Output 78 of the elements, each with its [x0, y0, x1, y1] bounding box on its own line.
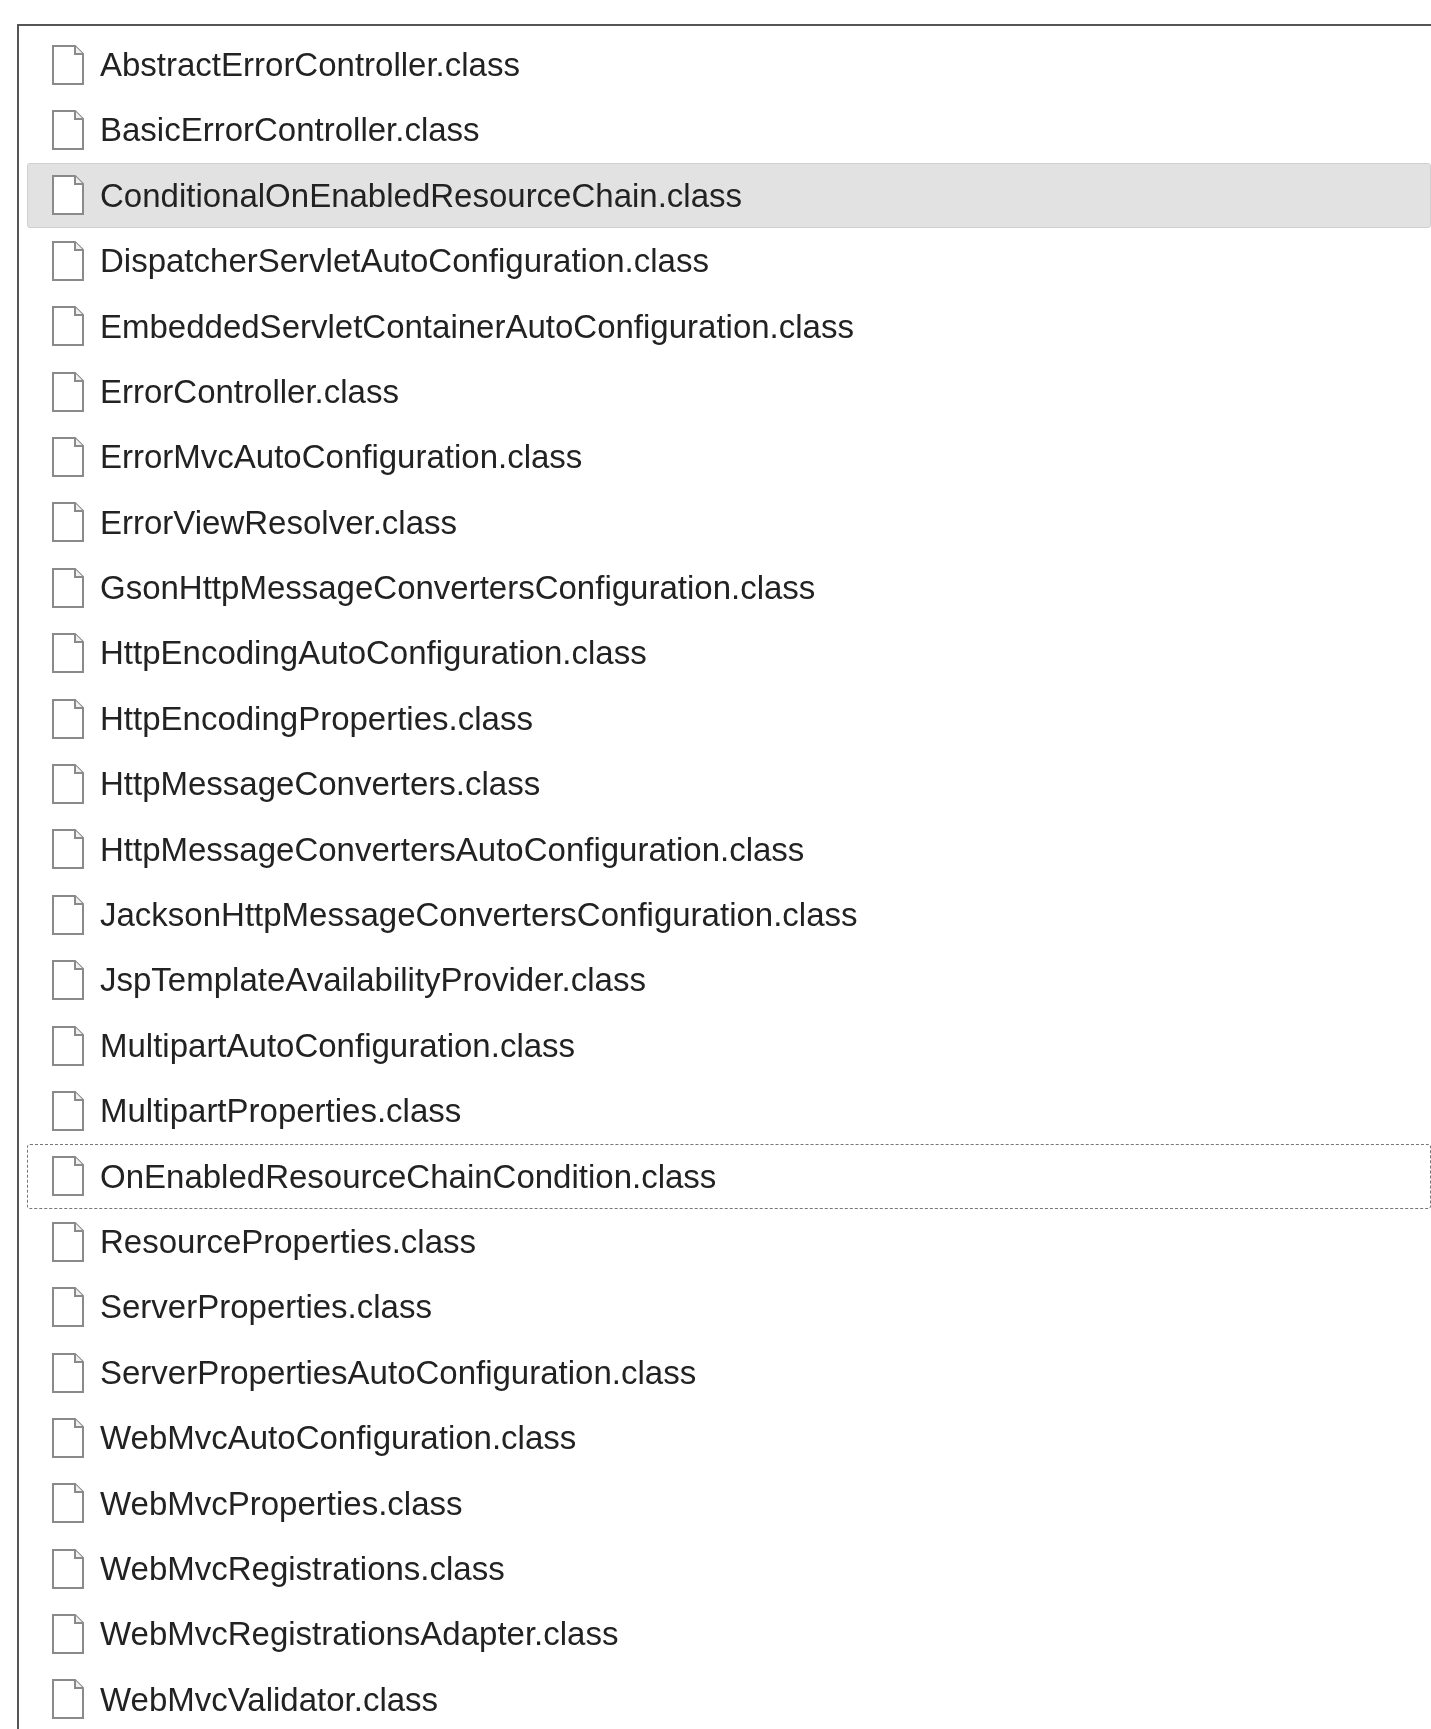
- file-icon: [50, 566, 86, 609]
- file-item[interactable]: WebMvcValidator.class: [27, 1666, 1431, 1729]
- file-item[interactable]: DispatcherServletAutoConfiguration.class: [27, 228, 1431, 294]
- file-icon: [50, 828, 86, 871]
- file-item[interactable]: ConditionalOnEnabledResourceChain.class: [27, 162, 1431, 229]
- file-item[interactable]: GsonHttpMessageConvertersConfiguration.class: [27, 555, 1431, 621]
- file-item[interactable]: WebMvcAutoConfiguration.class: [27, 1405, 1431, 1471]
- file-icon: [50, 109, 86, 152]
- file-name: WebMvcAutoConfiguration.class: [100, 1418, 577, 1459]
- file-icon: [50, 632, 86, 675]
- file-name: ErrorMvcAutoConfiguration.class: [100, 437, 583, 478]
- file-icon: [50, 1155, 86, 1198]
- file-item[interactable]: ResourceProperties.class: [27, 1209, 1431, 1275]
- file-icon: [50, 1024, 86, 1067]
- file-icon: [50, 893, 86, 936]
- file-name: WebMvcRegistrationsAdapter.class: [100, 1614, 619, 1655]
- file-icon: [50, 239, 86, 282]
- file-name: OnEnabledResourceChainCondition.class: [100, 1156, 717, 1197]
- file-icon: [50, 1547, 86, 1590]
- file-icon: [50, 697, 86, 740]
- file-icon: [50, 501, 86, 544]
- file-icon: [50, 1678, 86, 1721]
- file-name: DispatcherServletAutoConfiguration.class: [100, 241, 709, 282]
- file-name: ResourceProperties.class: [100, 1221, 476, 1262]
- file-icon: [50, 174, 86, 217]
- file-name: MultipartAutoConfiguration.class: [100, 1025, 576, 1066]
- file-item[interactable]: EmbeddedServletContainerAutoConfiguration.class: [27, 293, 1431, 359]
- file-name: BasicErrorController.class: [100, 110, 480, 151]
- file-icon: [50, 763, 86, 805]
- file-name: WebMvcValidator.class: [100, 1679, 439, 1720]
- file-item[interactable]: ErrorViewResolver.class: [27, 489, 1431, 556]
- file-item[interactable]: JacksonHttpMessageConvertersConfiguration.class: [27, 882, 1431, 948]
- file-icon: [50, 43, 86, 86]
- file-name: HttpEncodingProperties.class: [100, 698, 533, 739]
- file-name: EmbeddedServletContainerAutoConfiguration.class: [100, 306, 854, 347]
- file-item[interactable]: WebMvcRegistrationsAdapter.class: [27, 1601, 1431, 1667]
- file-icon: [50, 1416, 86, 1459]
- file-item[interactable]: WebMvcProperties.class: [27, 1470, 1431, 1536]
- file-icon: [50, 436, 86, 479]
- file-item[interactable]: OnEnabledResourceChainCondition.class: [27, 1143, 1431, 1210]
- file-item[interactable]: WebMvcRegistrations.class: [27, 1536, 1431, 1602]
- file-icon: [50, 370, 86, 413]
- file-icon: [50, 959, 86, 1002]
- file-item[interactable]: JspTemplateAvailabilityProvider.class: [27, 947, 1431, 1013]
- file-item[interactable]: ServerPropertiesAutoConfiguration.class: [27, 1339, 1431, 1406]
- file-name: JspTemplateAvailabilityProvider.class: [100, 960, 646, 1001]
- file-item[interactable]: ErrorController.class: [27, 358, 1431, 425]
- file-name: ServerPropertiesAutoConfiguration.class: [100, 1352, 697, 1393]
- file-name: HttpMessageConverters.class: [100, 764, 541, 805]
- file-name: MultipartProperties.class: [100, 1091, 462, 1132]
- file-name: ErrorViewResolver.class: [100, 502, 457, 543]
- file-icon: [50, 1351, 86, 1394]
- file-name: WebMvcRegistrations.class: [100, 1548, 505, 1589]
- file-item[interactable]: MultipartProperties.class: [27, 1078, 1431, 1144]
- file-name: ConditionalOnEnabledResourceChain.class: [100, 175, 743, 216]
- file-name: JacksonHttpMessageConvertersConfiguration.class: [100, 895, 858, 935]
- file-item[interactable]: AbstractErrorController.class: [27, 32, 1431, 98]
- file-icon: [50, 1482, 86, 1525]
- file-name: WebMvcProperties.class: [100, 1483, 463, 1524]
- file-name: ServerProperties.class: [100, 1287, 432, 1328]
- file-item[interactable]: ServerProperties.class: [27, 1274, 1431, 1340]
- file-item[interactable]: HttpEncodingProperties.class: [27, 685, 1431, 752]
- file-name: AbstractErrorController.class: [100, 44, 520, 85]
- file-icon: [50, 1613, 86, 1656]
- file-icon: [50, 1286, 86, 1329]
- file-icon: [50, 1220, 86, 1263]
- file-item[interactable]: HttpMessageConvertersAutoConfiguration.class: [27, 816, 1431, 883]
- file-icon: [50, 1089, 86, 1132]
- file-name: GsonHttpMessageConvertersConfiguration.class: [100, 568, 816, 609]
- file-name: HttpMessageConvertersAutoConfiguration.class: [100, 829, 805, 870]
- file-item[interactable]: MultipartAutoConfiguration.class: [27, 1012, 1431, 1079]
- file-icon: [50, 305, 86, 348]
- file-name: ErrorController.class: [100, 371, 399, 412]
- file-item[interactable]: HttpMessageConverters.class: [27, 751, 1431, 817]
- file-item[interactable]: BasicErrorController.class: [27, 97, 1431, 163]
- file-item[interactable]: ErrorMvcAutoConfiguration.class: [27, 424, 1431, 490]
- file-name: HttpEncodingAutoConfiguration.class: [100, 633, 647, 674]
- file-item[interactable]: HttpEncodingAutoConfiguration.class: [27, 620, 1431, 686]
